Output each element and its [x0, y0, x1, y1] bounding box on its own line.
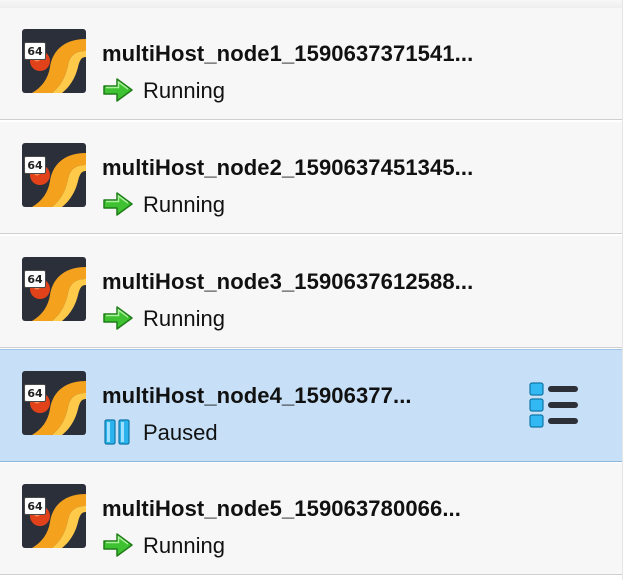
paused-icon — [102, 419, 134, 445]
vm-name: multiHost_node5_159063780066... — [102, 496, 461, 521]
running-arrow-icon — [102, 305, 134, 331]
os-type-icon — [22, 484, 86, 548]
os-type-icon — [22, 143, 86, 207]
running-arrow-icon — [102, 191, 134, 217]
vm-list: 64 multiHost_node1_1590637371541... Runn… — [0, 0, 623, 580]
vm-state-label: Running — [143, 533, 225, 558]
arch-64bit-badge: 64 — [24, 270, 46, 288]
vm-state-label: Paused — [143, 420, 218, 445]
vm-name: multiHost_node2_1590637451345... — [102, 155, 474, 180]
arch-64bit-badge: 64 — [24, 384, 46, 402]
arch-64bit-badge: 64 — [24, 156, 46, 174]
vm-name: multiHost_node1_1590637371541... — [102, 41, 474, 66]
vm-state-label: Running — [143, 192, 225, 217]
vm-state-label: Running — [143, 78, 225, 103]
os-type-icon — [22, 371, 86, 435]
os-type-icon — [22, 29, 86, 93]
vm-row-node3[interactable]: 64 multiHost_node3_1590637612588... Runn… — [0, 236, 622, 348]
vm-row-node4[interactable]: 64 multiHost_node4_15906377... Paused — [0, 349, 622, 462]
machine-tools-menu-button[interactable] — [528, 380, 582, 430]
running-arrow-icon — [102, 532, 134, 558]
vm-state-label: Running — [143, 306, 225, 331]
vm-row-node2[interactable]: 64 multiHost_node2_1590637451345... Runn… — [0, 122, 622, 234]
arch-64bit-badge: 64 — [24, 497, 46, 515]
os-type-icon — [22, 257, 86, 321]
running-arrow-icon — [102, 77, 134, 103]
vm-name: multiHost_node3_1590637612588... — [102, 269, 474, 294]
vm-name: multiHost_node4_15906377... — [102, 383, 412, 408]
vm-row-node5[interactable]: 64 multiHost_node5_159063780066... Runni… — [0, 463, 622, 575]
arch-64bit-badge: 64 — [24, 42, 46, 60]
machine-tools-menu-icon — [529, 382, 578, 428]
vm-row-node1[interactable]: 64 multiHost_node1_1590637371541... Runn… — [0, 8, 622, 120]
